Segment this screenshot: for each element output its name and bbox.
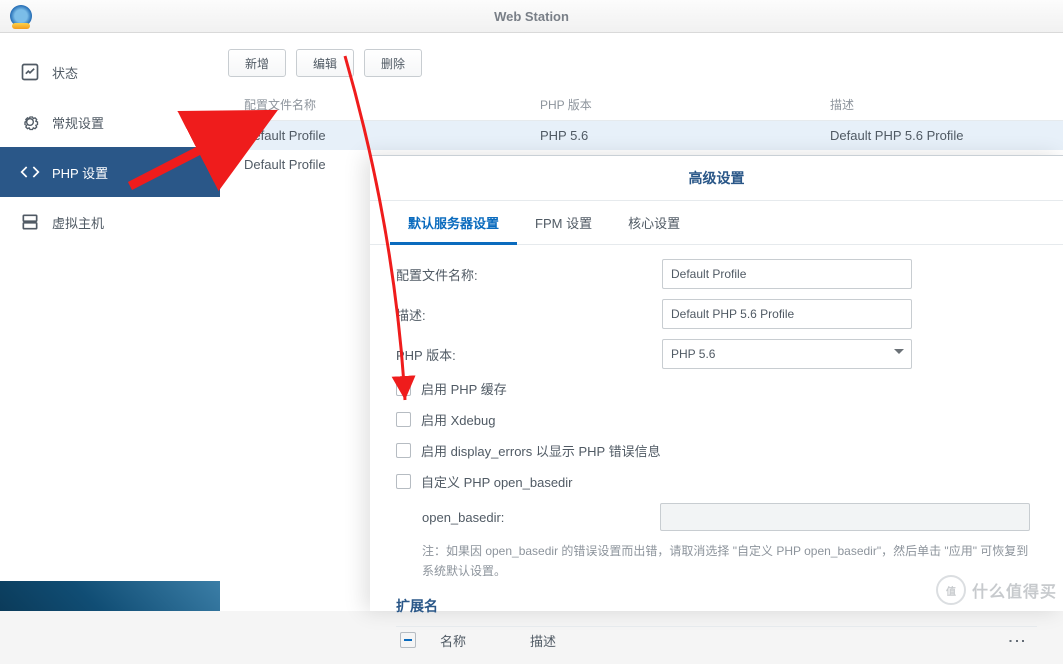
version-label: PHP 版本: bbox=[396, 345, 662, 364]
watermark-text: 什么值得买 bbox=[972, 578, 1057, 602]
app-icon bbox=[10, 5, 32, 27]
footer-stripe bbox=[0, 581, 220, 611]
status-icon bbox=[20, 62, 40, 82]
open-basedir-label: 自定义 PHP open_basedir bbox=[421, 472, 573, 491]
window-title: Web Station bbox=[494, 9, 569, 24]
ext-col-desc[interactable]: 描述 bbox=[530, 631, 556, 650]
select-all-checkbox[interactable] bbox=[400, 632, 416, 648]
desc-label: 描述: bbox=[396, 305, 662, 324]
tab-fpm[interactable]: FPM 设置 bbox=[517, 201, 610, 244]
toolbar: 新增 编辑 删除 bbox=[220, 49, 1063, 89]
profile-name-input[interactable] bbox=[662, 259, 912, 289]
dialog-title: 高级设置 bbox=[370, 156, 1063, 201]
cache-label: 启用 PHP 缓存 bbox=[421, 379, 507, 398]
table-row[interactable]: Default Profile PHP 5.6 Default PHP 5.6 … bbox=[220, 121, 1063, 150]
chevron-down-icon bbox=[894, 349, 904, 359]
sidebar-label: 虚拟主机 bbox=[52, 213, 104, 232]
sidebar-label: PHP 设置 bbox=[52, 163, 108, 182]
version-select-value bbox=[662, 339, 912, 369]
tab-core[interactable]: 核心设置 bbox=[610, 201, 698, 244]
open-basedir-input[interactable] bbox=[660, 503, 1030, 531]
display-errors-label: 启用 display_errors 以显示 PHP 错误信息 bbox=[421, 441, 661, 460]
desc-input[interactable] bbox=[662, 299, 912, 329]
sidebar-item-status[interactable]: 状态 bbox=[0, 47, 220, 97]
watermark: 值 什么值得买 bbox=[936, 575, 1057, 605]
display-errors-checkbox[interactable] bbox=[396, 443, 411, 458]
advanced-settings-dialog: 高级设置 默认服务器设置 FPM 设置 核心设置 配置文件名称: 描述: PHP… bbox=[370, 155, 1063, 611]
add-button[interactable]: 新增 bbox=[228, 49, 286, 77]
cell-name: Default Profile bbox=[240, 128, 540, 143]
more-icon[interactable]: ⋮ bbox=[1008, 632, 1026, 648]
gear-icon bbox=[20, 112, 40, 132]
code-icon bbox=[20, 162, 40, 182]
tab-default[interactable]: 默认服务器设置 bbox=[390, 201, 517, 244]
th-version[interactable]: PHP 版本 bbox=[540, 96, 830, 113]
dialog-tabs: 默认服务器设置 FPM 设置 核心设置 bbox=[370, 201, 1063, 245]
sidebar-label: 状态 bbox=[52, 63, 78, 82]
ext-col-name[interactable]: 名称 bbox=[440, 631, 466, 650]
server-icon bbox=[20, 212, 40, 232]
sidebar-item-general[interactable]: 常规设置 bbox=[0, 97, 220, 147]
profile-name-label: 配置文件名称: bbox=[396, 265, 662, 284]
edit-button[interactable]: 编辑 bbox=[296, 49, 354, 77]
open-basedir-field-label: open_basedir: bbox=[422, 510, 660, 525]
sidebar: 状态 常规设置 PHP 设置 虚拟主机 bbox=[0, 33, 220, 611]
cell-version: PHP 5.6 bbox=[540, 128, 830, 143]
window-titlebar: Web Station bbox=[0, 0, 1063, 33]
th-desc[interactable]: 描述 bbox=[830, 96, 1043, 113]
cache-checkbox[interactable] bbox=[396, 381, 411, 396]
xdebug-checkbox[interactable] bbox=[396, 412, 411, 427]
open-basedir-checkbox[interactable] bbox=[396, 474, 411, 489]
sidebar-label: 常规设置 bbox=[52, 113, 104, 132]
table-header: 配置文件名称 PHP 版本 描述 bbox=[220, 89, 1063, 121]
cell-desc: Default PHP 5.6 Profile bbox=[830, 128, 1043, 143]
sidebar-item-vhost[interactable]: 虚拟主机 bbox=[0, 197, 220, 247]
version-select[interactable] bbox=[662, 339, 912, 369]
xdebug-label: 启用 Xdebug bbox=[421, 410, 495, 429]
delete-button[interactable]: 删除 bbox=[364, 49, 422, 77]
watermark-badge: 值 bbox=[936, 575, 966, 605]
th-name[interactable]: 配置文件名称 bbox=[240, 96, 540, 113]
sidebar-item-php[interactable]: PHP 设置 bbox=[0, 147, 220, 197]
